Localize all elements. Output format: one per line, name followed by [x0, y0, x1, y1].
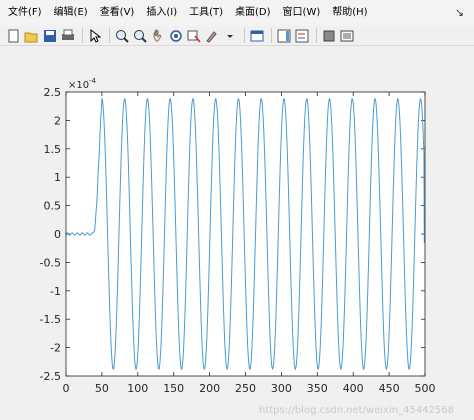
y-tick-label: 2.5 — [44, 86, 62, 99]
y-tick-label: 2 — [54, 114, 61, 127]
x-tick-label: 150 — [163, 382, 184, 395]
y-tick-label: -1 — [50, 285, 61, 298]
watermark: https://blog.csdn.net/weixin_45442568 — [258, 405, 454, 416]
y-tick-label: -0.5 — [40, 256, 61, 269]
x-tick-label: 200 — [199, 382, 220, 395]
y-tick-label: -2 — [50, 342, 61, 355]
y-tick-label: -2.5 — [40, 370, 61, 383]
axes-background — [66, 92, 425, 376]
y-tick-label: -1.5 — [40, 313, 61, 326]
y-tick-label: 1 — [54, 171, 61, 184]
x-tick-label: 0 — [63, 382, 70, 395]
y-exponent-label: ×10-4 — [68, 77, 97, 91]
x-tick-label: 450 — [379, 382, 400, 395]
line-chart: 2.5 2 1.5 1 0.5 0 -0.5 -1 -1.5 -2 -2.5 0 50 100 150 20… — [40, 77, 436, 395]
x-tick-label: 100 — [127, 382, 148, 395]
x-tick-label: 300 — [271, 382, 292, 395]
y-tick-label: 1.5 — [44, 143, 62, 156]
x-tick-label: 50 — [95, 382, 109, 395]
y-tick-label: 0 — [54, 228, 61, 241]
x-tick-label: 250 — [235, 382, 256, 395]
x-tick-label: 350 — [307, 382, 328, 395]
x-tick-label: 500 — [415, 382, 436, 395]
x-tick-label: 400 — [343, 382, 364, 395]
y-tick-label: 0.5 — [44, 200, 62, 213]
